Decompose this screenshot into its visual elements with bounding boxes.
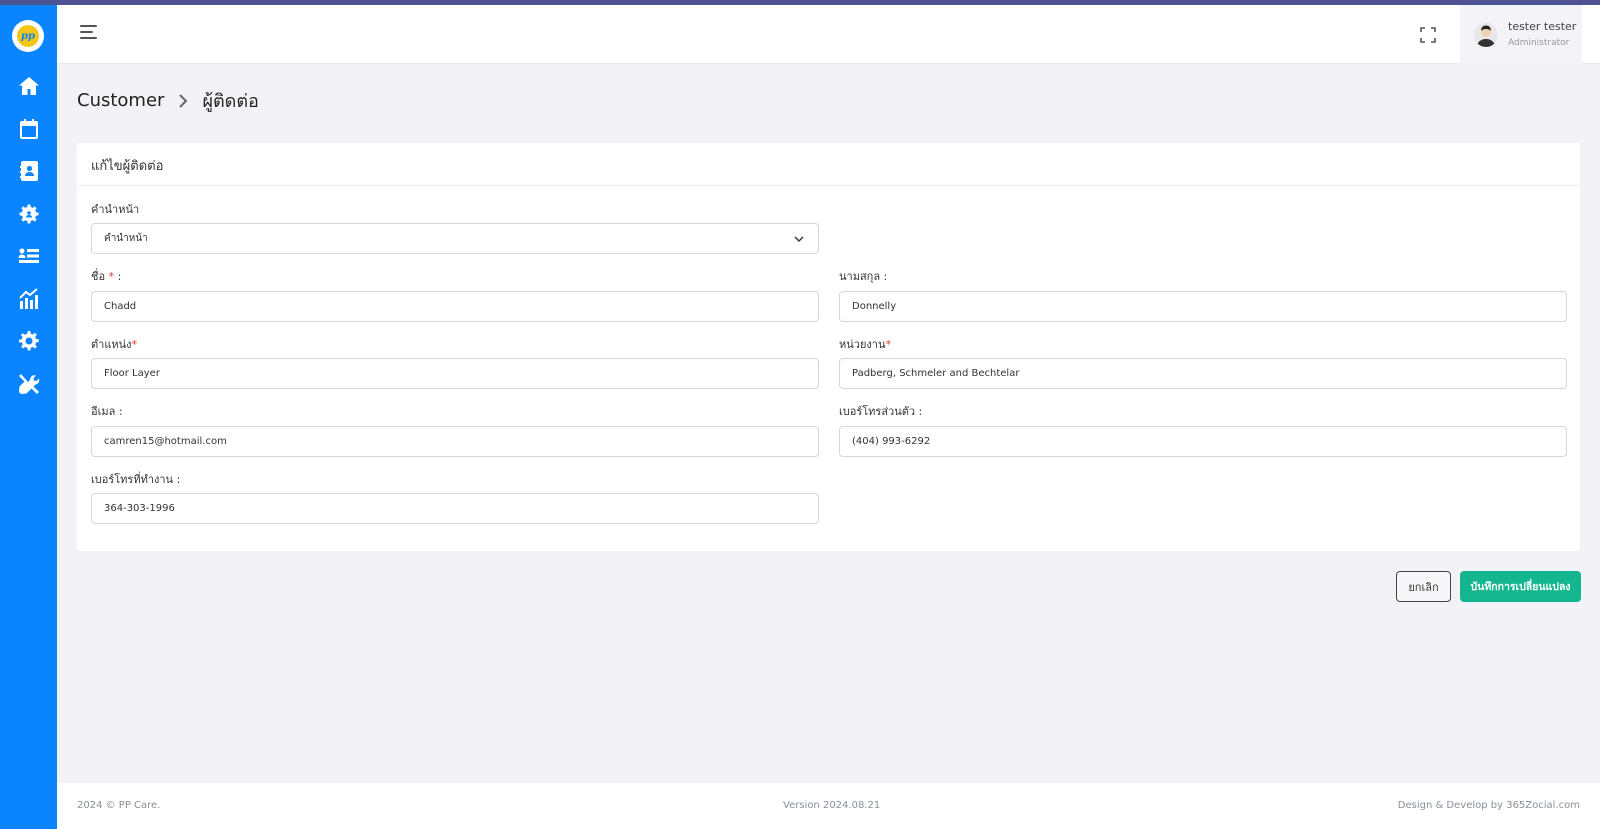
team-settings-icon[interactable] <box>16 201 42 227</box>
contacts-icon[interactable] <box>16 158 42 184</box>
list-icon[interactable] <box>16 243 42 269</box>
breadcrumb-current: ผู้ติดต่อ <box>202 91 259 112</box>
footer-credit: Design & Develop by 365Zocial.com <box>1397 800 1580 811</box>
email-label: อีเมล : <box>91 405 123 418</box>
user-role: Administrator <box>1508 37 1570 48</box>
top-header: tester tester Administrator <box>57 5 1600 64</box>
required-mark: * <box>131 338 138 351</box>
work-phone-field[interactable]: 364-303-1996 <box>91 493 819 524</box>
cancel-button[interactable]: ยกเลิก <box>1396 571 1451 602</box>
home-icon[interactable] <box>16 73 42 99</box>
breadcrumb-customer[interactable]: Customer <box>77 90 164 111</box>
user-menu[interactable]: tester tester Administrator <box>1460 5 1582 64</box>
logo-mark: pp <box>17 25 39 47</box>
prefix-label: คำนำหน้า <box>91 203 140 216</box>
breadcrumb: Customer ผู้ติดต่อ <box>77 86 259 115</box>
required-mark: * <box>885 338 891 351</box>
email-field[interactable]: camren15@hotmail.com <box>91 426 819 457</box>
department-label-text: หน่วยงาน <box>839 338 886 351</box>
edit-contact-card: แก้ไขผู้ติดต่อ คำนำหน้า คำนำหน้า ชื่อ * … <box>77 143 1580 551</box>
position-field[interactable]: Floor Layer <box>91 358 819 389</box>
fullscreen-icon[interactable] <box>1420 27 1436 43</box>
first-name-label: ชื่อ * : <box>91 267 121 285</box>
footer-version: Version 2024.08.21 <box>783 800 881 811</box>
last-name-label: นามสกุล : <box>839 270 888 283</box>
prefix-select[interactable]: คำนำหน้า <box>91 223 819 254</box>
department-field[interactable]: Padberg, Schmeler and Bechtelar <box>839 358 1567 389</box>
chart-icon[interactable] <box>16 286 42 312</box>
footer-copyright: 2024 © PP Care. <box>77 800 161 811</box>
required-mark: * <box>108 270 115 283</box>
personal-phone-field[interactable]: (404) 993-6292 <box>839 426 1567 457</box>
position-label-text: ตำแหน่ง <box>91 338 132 351</box>
svg-text:$: $ <box>26 129 32 139</box>
app-logo[interactable]: pp <box>12 20 44 52</box>
save-changes-button[interactable]: บันทึกการเปลี่ยนแปลง <box>1460 571 1581 602</box>
chevron-right-icon <box>179 93 188 108</box>
chevron-down-icon <box>794 236 804 242</box>
user-name: tester tester <box>1508 19 1577 33</box>
work-phone-label: เบอร์โทรที่ทำงาน : <box>91 473 181 486</box>
last-name-field[interactable]: Donnelly <box>839 291 1567 322</box>
tools-icon[interactable] <box>16 371 42 397</box>
position-label: ตำแหน่ง* <box>91 335 137 353</box>
avatar <box>1474 22 1498 47</box>
card-title: แก้ไขผู้ติดต่อ <box>77 143 1580 186</box>
calendar-billing-icon[interactable]: $ <box>16 116 42 142</box>
footer: 2024 © PP Care. Version 2024.08.21 Desig… <box>57 783 1600 829</box>
personal-phone-label: เบอร์โทรส่วนตัว : <box>839 405 923 418</box>
first-name-label-colon: : <box>117 270 122 283</box>
sidebar: pp $ <box>0 5 57 829</box>
prefix-select-value: คำนำหน้า <box>104 233 148 244</box>
settings-icon[interactable] <box>16 328 42 354</box>
menu-toggle-icon[interactable] <box>80 25 100 43</box>
first-name-field[interactable]: Chadd <box>91 291 819 322</box>
first-name-label-text: ชื่อ <box>91 270 106 283</box>
department-label: หน่วยงาน* <box>839 335 891 353</box>
